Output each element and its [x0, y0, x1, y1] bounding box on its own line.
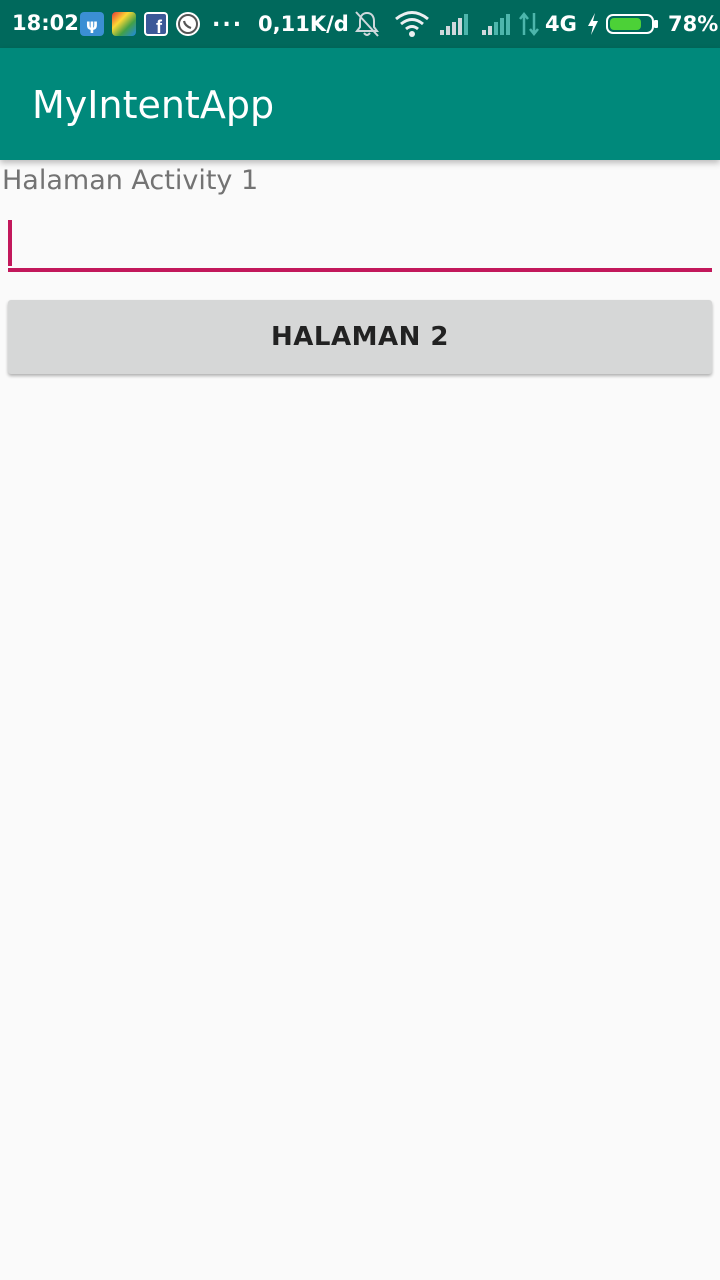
svg-text:ψ: ψ [86, 16, 98, 34]
signal-icon [480, 12, 512, 36]
data-arrows-icon [518, 11, 540, 37]
wifi-icon [394, 10, 430, 38]
svg-text:f: f [156, 17, 163, 36]
mute-bell-icon [354, 10, 380, 38]
ps-icon: ψ [80, 11, 104, 36]
text-cursor [8, 220, 12, 266]
battery-percent: 78% [668, 12, 719, 36]
signal-icon [438, 12, 470, 36]
facebook-icon: f [144, 11, 168, 37]
app-title: MyIntentApp [32, 83, 275, 127]
halaman-2-button[interactable]: HALAMAN 2 [8, 300, 712, 374]
notification-icons: ψ f ... [80, 7, 243, 37]
app-bar: MyIntentApp [0, 48, 720, 160]
network-speed: 0,11K/d [258, 12, 349, 36]
charging-icon [586, 12, 600, 41]
network-type: 4G [545, 12, 577, 36]
status-right-icons [350, 8, 540, 40]
status-time: 18:02 [12, 11, 79, 35]
more-notifications-indicator: ... [212, 7, 244, 32]
status-bar: 18:02 ψ f ... 0,11K/d 4G 78% [0, 0, 720, 48]
gallery-icon [112, 11, 136, 36]
battery-icon [606, 14, 658, 34]
activity-label: Halaman Activity 1 [2, 165, 259, 196]
text-input[interactable] [8, 210, 712, 272]
whatsapp-icon [176, 11, 200, 36]
